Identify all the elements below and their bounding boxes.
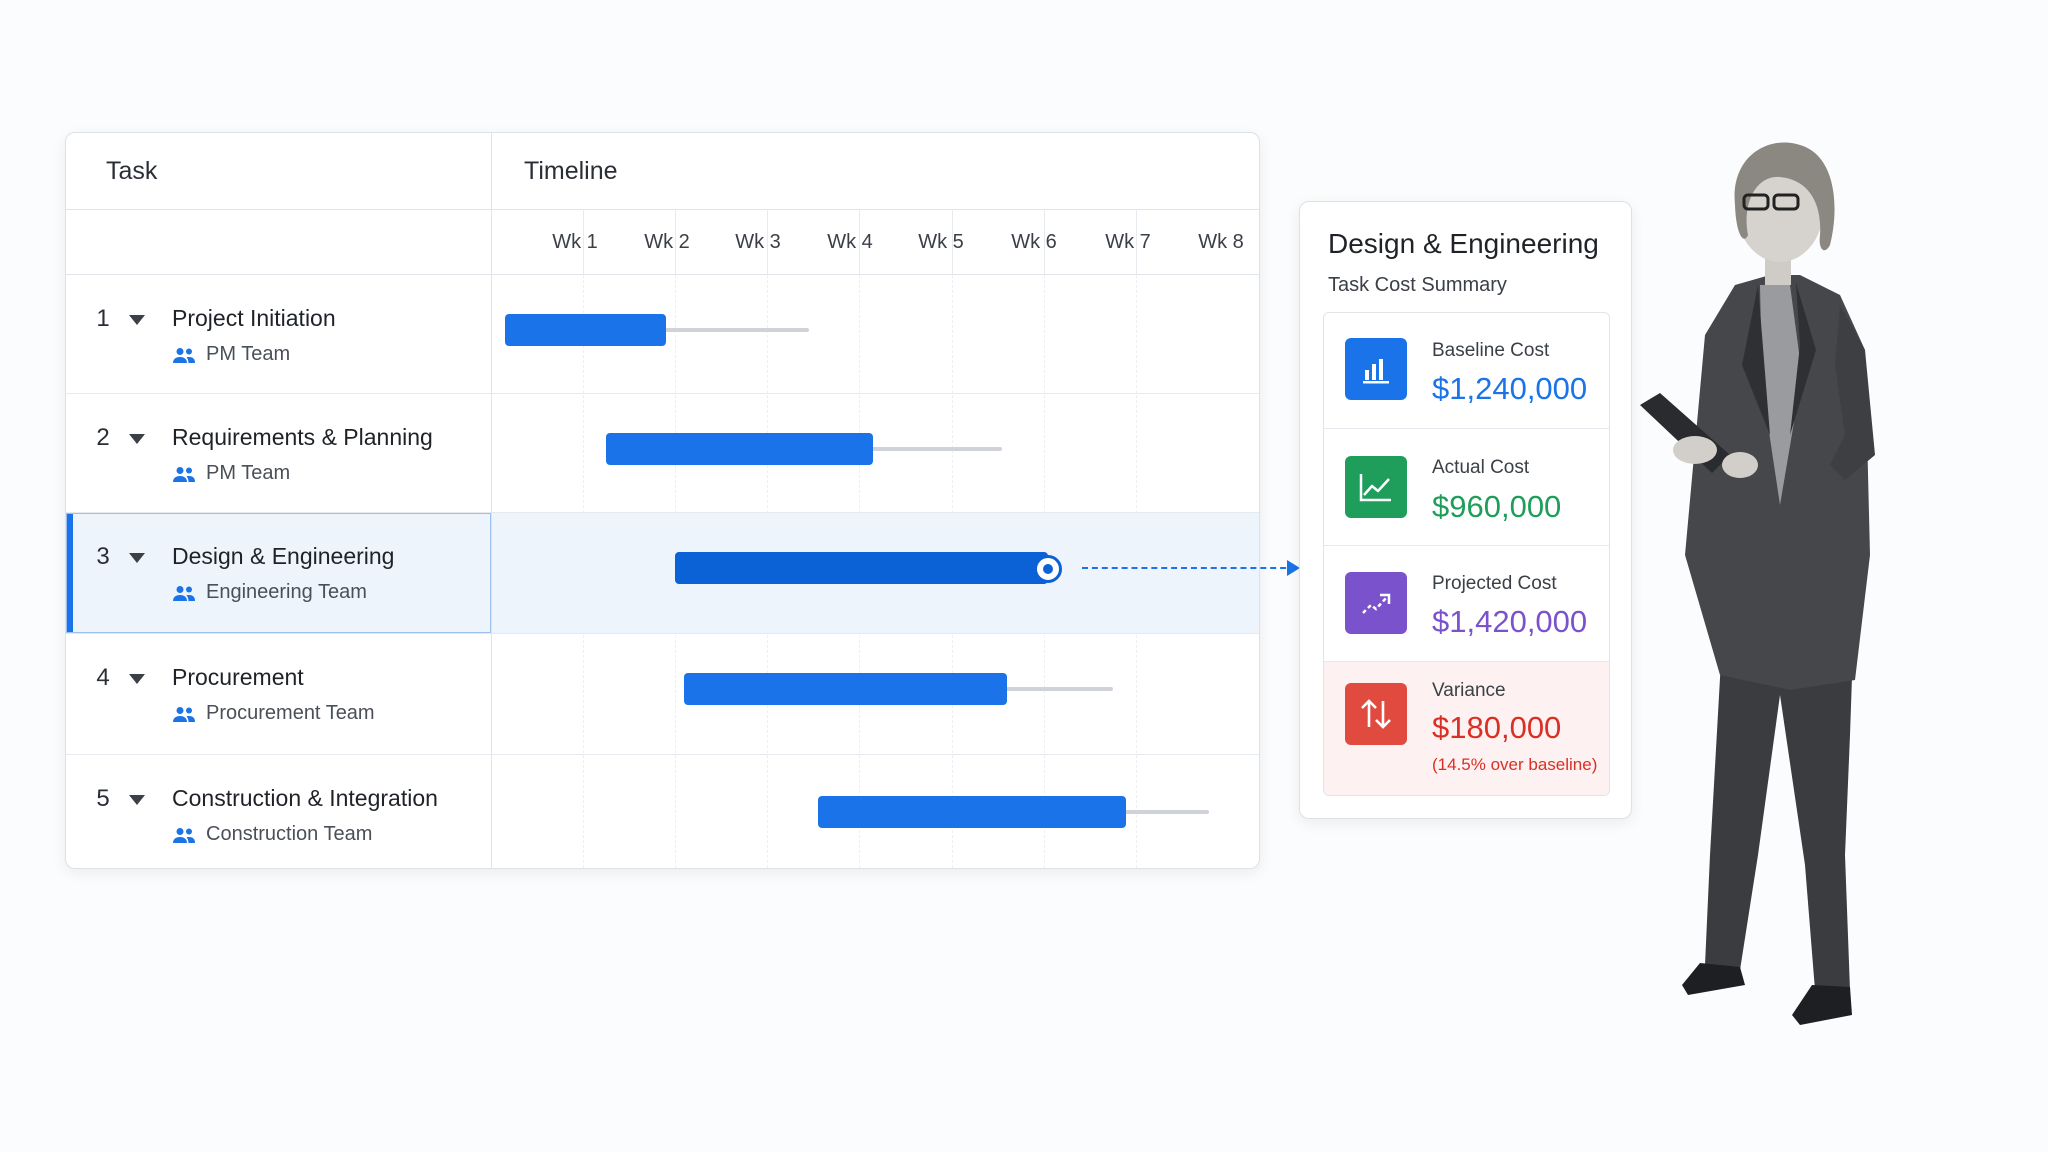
task-team-label: Construction Team [206, 823, 373, 845]
actual-cost-label: Actual Cost [1432, 457, 1530, 478]
week-label: Wk 4 [827, 231, 873, 253]
projected-cost-value: $1,420,000 [1432, 604, 1588, 639]
caret-down-icon[interactable] [129, 434, 145, 444]
task-bar[interactable] [504, 314, 666, 346]
task-number: 3 [96, 543, 110, 570]
week-separator [859, 209, 861, 274]
column-divider[interactable] [491, 133, 492, 868]
task-team: PM Team [172, 462, 290, 485]
week-label: Wk 2 [644, 231, 690, 253]
task-number: 1 [96, 305, 110, 332]
people-icon [173, 585, 195, 601]
caret-down-icon[interactable] [129, 553, 145, 563]
task-team-label: PM Team [206, 343, 291, 365]
week-label: Wk 7 [1105, 231, 1151, 253]
cost-panel-title: Design & Engineering [1328, 228, 1599, 259]
people-icon [173, 706, 195, 722]
task-bar[interactable] [675, 552, 1049, 584]
projected-cost-label: Projected Cost [1432, 573, 1557, 594]
bar-chart-icon [1345, 338, 1407, 400]
float-track [1122, 810, 1210, 814]
variance-value: $180,000 [1432, 710, 1562, 745]
task-column-header: Task [106, 157, 158, 185]
task-number: 4 [96, 664, 110, 691]
variance-note: (14.5% over baseline) [1432, 755, 1598, 774]
people-icon [173, 827, 195, 843]
week-label: Wk 5 [918, 231, 964, 253]
cost-panel-subtitle: Task Cost Summary [1328, 274, 1507, 296]
task-bar[interactable] [606, 433, 874, 465]
task-number: 2 [96, 424, 110, 451]
baseline-cost-value: $1,240,000 [1432, 371, 1588, 406]
drag-handle-icon[interactable] [1034, 555, 1063, 583]
person-with-tablet-illustration [1640, 142, 1875, 1025]
week-separator [1135, 209, 1137, 274]
task-team: PM Team [172, 343, 290, 366]
baseline-cost-label: Baseline Cost [1432, 340, 1550, 361]
task-name: Requirements & Planning [172, 424, 433, 450]
task-team-label: PM Team [206, 462, 291, 484]
people-icon [173, 347, 195, 363]
float-track [1002, 687, 1113, 691]
caret-down-icon[interactable] [129, 674, 145, 684]
week-separator [583, 209, 585, 274]
task-team-label: Procurement Team [206, 702, 375, 724]
week-label: Wk 6 [1011, 231, 1057, 253]
line-chart-icon [1345, 456, 1407, 518]
week-separator [1043, 209, 1045, 274]
task-name: Project Initiation [172, 305, 336, 331]
task-team: Procurement Team [172, 702, 375, 725]
actual-cost-value: $960,000 [1432, 489, 1562, 524]
connector-line [1082, 567, 1296, 569]
projected-cost-card[interactable]: Projected Cost $1,420,000 [1324, 546, 1609, 662]
week-separator [675, 209, 677, 274]
caret-down-icon[interactable] [129, 315, 145, 325]
task-row-3-selected[interactable]: 3 Design & Engineering Engineering Team [66, 513, 1259, 634]
people-icon [173, 466, 195, 482]
task-name: Procurement [172, 664, 304, 690]
task-team: Construction Team [172, 823, 372, 846]
float-track [661, 328, 809, 332]
gantt-header: Task Timeline [66, 133, 1259, 210]
week-header-row: Wk 1 Wk 2 Wk 3 Wk 4 Wk 5 Wk 6 Wk 7 Wk 8 [66, 209, 1259, 275]
float-track [869, 447, 1003, 451]
selection-outline [66, 513, 491, 633]
week-label: Wk 8 [1198, 231, 1244, 253]
actual-cost-card[interactable]: Actual Cost $960,000 [1324, 429, 1609, 546]
variance-card[interactable]: Variance $180,000 (14.5% over baseline) [1324, 662, 1609, 795]
task-bar[interactable] [684, 673, 1007, 705]
task-name: Design & Engineering [172, 543, 395, 569]
week-separator [951, 209, 953, 274]
task-row-4[interactable]: 4 Procurement Procurement Team [66, 634, 1259, 755]
gantt-chart: Task Timeline Wk 1 Wk 2 Wk 3 Wk 4 Wk 5 W… [65, 132, 1260, 869]
up-down-arrows-icon [1345, 683, 1407, 745]
week-label: Wk 3 [735, 231, 781, 253]
task-number: 5 [96, 785, 110, 812]
baseline-cost-card[interactable]: Baseline Cost $1,240,000 [1324, 313, 1609, 429]
caret-down-icon[interactable] [129, 795, 145, 805]
week-separator [767, 209, 769, 274]
cost-summary-panel: Design & Engineering Task Cost Summary B… [1299, 201, 1632, 819]
task-bar[interactable] [817, 796, 1127, 828]
task-team-label: Engineering Team [206, 581, 367, 603]
task-team: Engineering Team [172, 581, 367, 604]
trend-up-icon [1345, 572, 1407, 634]
variance-label: Variance [1432, 680, 1506, 701]
task-name: Construction & Integration [172, 785, 438, 811]
timeline-column-header: Timeline [524, 157, 618, 185]
week-label: Wk 1 [552, 231, 598, 253]
cost-metric-list: Baseline Cost $1,240,000 Actual Cost $96… [1323, 312, 1610, 796]
